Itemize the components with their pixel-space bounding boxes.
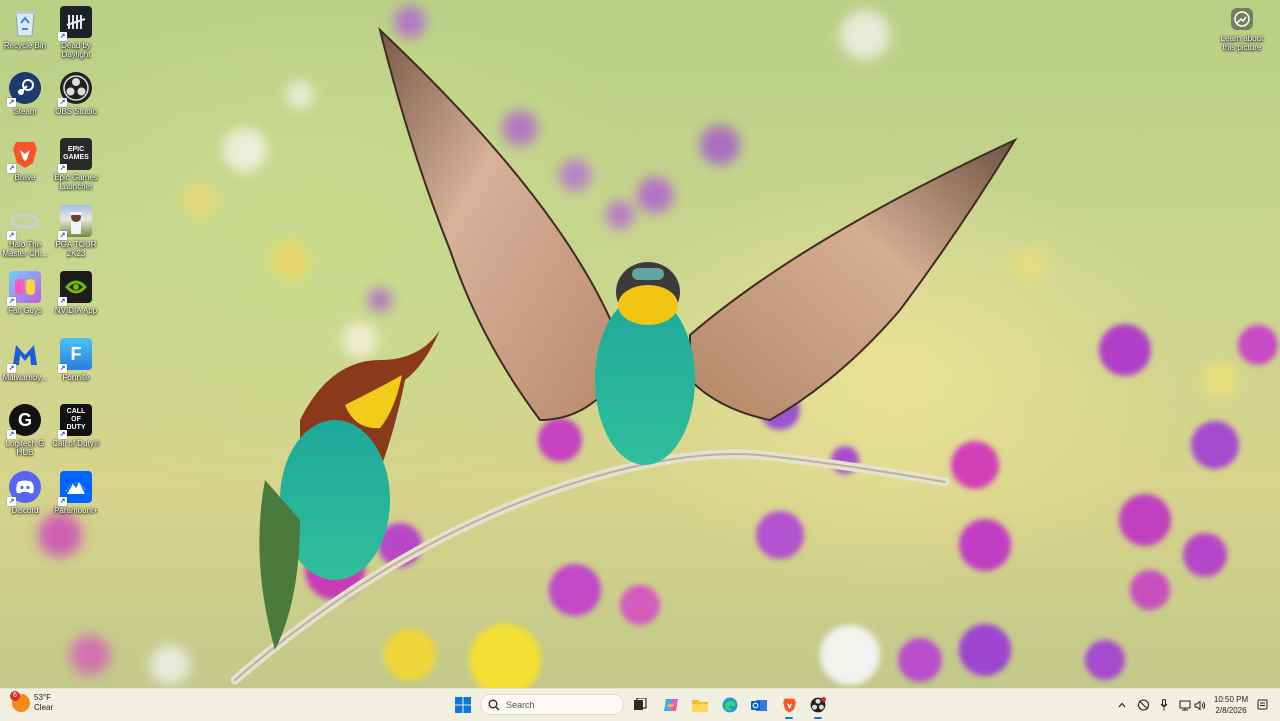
desktop-icon-label: PGA TOUR 2K23: [55, 240, 97, 258]
learn-about-picture-label: Learn about this picture: [1220, 34, 1264, 52]
desktop-icon-dead-by-daylight[interactable]: ↗ Dead by Daylight: [52, 6, 100, 59]
weather-sun-icon: 6: [10, 691, 30, 712]
desktop-icon-label: Fall Guys: [8, 306, 42, 315]
clock-time: 10:50 PM: [1213, 695, 1249, 704]
fortnite-logo-text: F: [70, 343, 82, 364]
tray-network-status[interactable]: [1136, 697, 1150, 713]
desktop-wallpaper: [0, 0, 1280, 688]
desktop-icon-label: Paramount+: [54, 506, 98, 515]
taskbar: 6 53°F Clear Search 10:50 PM 2/8/2026: [0, 688, 1280, 721]
pga-tour-icon: ↗: [58, 205, 92, 240]
microphone-icon: [1160, 699, 1168, 711]
weather-condition: Clear: [34, 703, 54, 712]
obs-studio-taskbar-button[interactable]: [810, 697, 826, 719]
desktop-icon-label: Recycle Bin: [3, 41, 47, 50]
brave-icon: ↗: [7, 138, 41, 173]
desktop-icon-halo[interactable]: ↗ Halo The Master Chi...: [1, 205, 49, 258]
desktop-icon-label: Dead by Daylight: [61, 41, 91, 59]
desktop-icon-label: Steam: [13, 107, 37, 116]
taskbar-clock[interactable]: 10:50 PM 2/8/2026: [1212, 694, 1250, 716]
weather-widget[interactable]: 6 53°F Clear: [10, 691, 53, 713]
desktop-icon-obs-studio[interactable]: ↗ OBS Studio: [52, 72, 100, 116]
network-icon: [1179, 700, 1191, 711]
notification-center-button[interactable]: [1256, 697, 1268, 713]
obs-studio-icon: ↗: [58, 72, 92, 107]
malwarebytes-icon: ↗: [7, 338, 41, 373]
edge-icon: [722, 697, 738, 713]
copilot-icon: [664, 699, 678, 711]
weather-temperature: 53°F: [34, 693, 51, 702]
desktop-icon-fortnite[interactable]: F ↗ Fortnite: [52, 338, 100, 382]
desktop-icon-label: Fortnite: [62, 373, 90, 382]
call-of-duty-logo-text: CALL OF DUTY: [66, 408, 86, 431]
desktop-icon-label: NVIDIA App: [54, 306, 98, 315]
windows-logo-icon: [455, 697, 471, 713]
fall-guys-icon: ↗: [7, 271, 41, 306]
obs-studio-icon: [810, 697, 826, 713]
desktop-icon-label: Brave: [14, 173, 36, 182]
weather-text: 53°F Clear: [34, 693, 53, 713]
halo-icon: ↗: [7, 205, 41, 240]
desktop-icon-call-of-duty[interactable]: CALL OF DUTY ↗ Call of Duty®: [52, 404, 100, 448]
desktop-icon-label: Malwareby...: [2, 373, 48, 382]
notification-bell-icon: [1257, 699, 1267, 710]
task-view-icon: [634, 698, 647, 710]
nvidia-icon: ↗: [58, 271, 92, 306]
no-network-icon: [1137, 699, 1149, 711]
desktop-icon-label: Epic Games Launcher: [54, 173, 98, 191]
epic-games-logo-text: EPIC GAMES: [63, 146, 89, 161]
file-explorer-button[interactable]: [692, 697, 708, 713]
desktop-icon-malwarebytes[interactable]: ↗ Malwareby...: [1, 338, 49, 382]
desktop-icon-label: Call of Duty®: [52, 439, 100, 448]
desktop-icon-steam[interactable]: ↗ Steam: [1, 72, 49, 116]
logitech-g-hub-icon: G ↗: [7, 404, 41, 439]
desktop-icon-label: Logitech G HUB: [5, 439, 45, 457]
desktop-icon-logitech-g-hub[interactable]: G ↗ Logitech G HUB: [1, 404, 49, 457]
desktop-icon-fall-guys[interactable]: ↗ Fall Guys: [1, 271, 49, 315]
edge-button[interactable]: [722, 697, 738, 713]
search-icon: [488, 699, 500, 710]
show-hidden-icons-button[interactable]: [1116, 697, 1128, 713]
desktop-icon-label: Halo The Master Chi...: [2, 240, 48, 258]
tray-network-wired[interactable]: [1178, 697, 1192, 713]
task-view-button[interactable]: [632, 697, 648, 713]
brave-icon: [782, 698, 796, 713]
discord-icon: ↗: [7, 471, 41, 506]
logitech-logo-text: G: [17, 409, 32, 430]
epic-games-icon: EPIC GAMES ↗: [58, 138, 92, 173]
call-of-duty-icon: CALL OF DUTY ↗: [58, 404, 92, 439]
speaker-icon: [1194, 699, 1206, 711]
brave-taskbar-button[interactable]: [781, 697, 797, 719]
paramount-plus-icon: ↗: [58, 471, 92, 506]
desktop-icon-brave[interactable]: ↗ Brave: [1, 138, 49, 182]
wallpaper-bee-eaters-image: [38, 6, 1278, 688]
search-placeholder: Search: [506, 699, 535, 710]
desktop-icon-label: OBS Studio: [55, 107, 97, 116]
desktop-icon-nvidia-app[interactable]: ↗ NVIDIA App: [52, 271, 100, 315]
desktop-icon-discord[interactable]: ↗ Discord: [1, 471, 49, 515]
spotlight-camera-icon: [1231, 8, 1253, 30]
desktop-icon-pga-tour[interactable]: ↗ PGA TOUR 2K23: [52, 205, 100, 258]
recycle-bin-icon: [9, 6, 41, 38]
desktop-icon-paramount-plus[interactable]: ↗ Paramount+: [52, 471, 100, 515]
tray-microphone[interactable]: [1158, 697, 1170, 713]
learn-about-picture[interactable]: Learn about this picture: [1214, 8, 1270, 52]
file-explorer-icon: [692, 700, 708, 712]
taskbar-search-box[interactable]: Search: [480, 694, 624, 715]
chevron-up-icon: [1118, 702, 1126, 708]
dead-by-daylight-icon: ↗: [58, 6, 92, 41]
start-button[interactable]: [455, 697, 471, 713]
tray-volume[interactable]: [1194, 697, 1206, 713]
weather-notification-badge: 6: [10, 691, 20, 701]
steam-icon: ↗: [7, 72, 41, 107]
outlook-icon: [751, 700, 767, 711]
outlook-button[interactable]: [751, 697, 767, 713]
fortnite-icon: F ↗: [58, 338, 92, 373]
clock-date: 2/8/2026: [1215, 706, 1247, 715]
desktop-icon-epic-games-launcher[interactable]: EPIC GAMES ↗ Epic Games Launcher: [52, 138, 100, 191]
desktop-icon-label: Discord: [11, 506, 39, 515]
copilot-button[interactable]: [663, 697, 679, 713]
desktop-icon-recycle-bin[interactable]: Recycle Bin: [1, 6, 49, 50]
